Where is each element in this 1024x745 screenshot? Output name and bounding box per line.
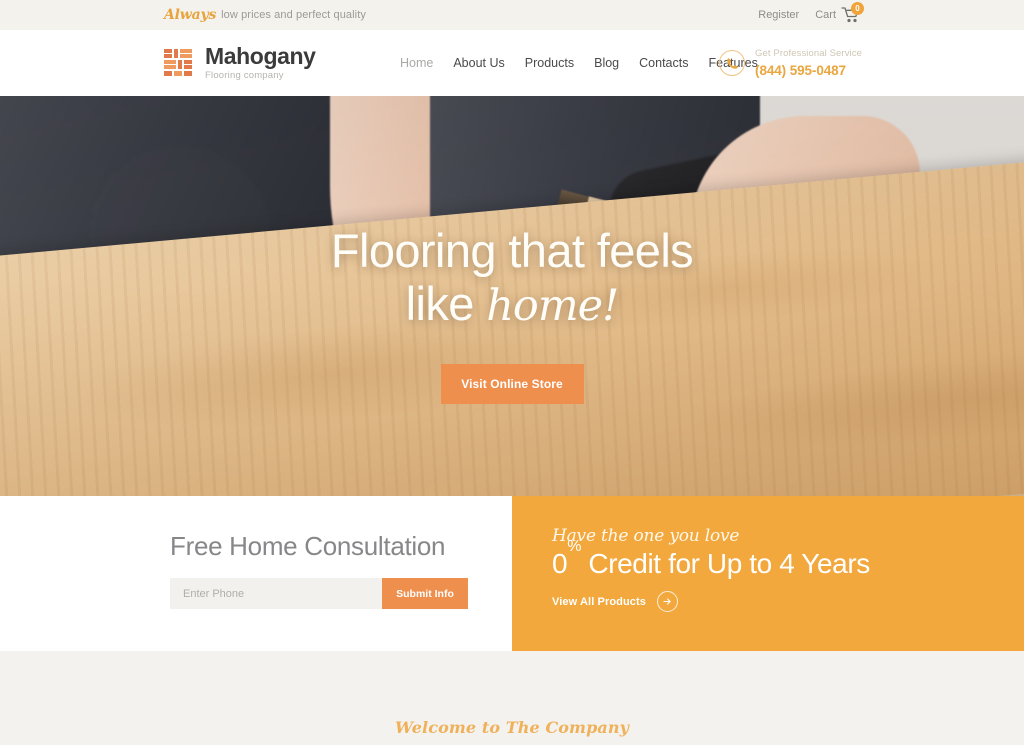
site-header: Mahogany Flooring company Home About Us … <box>0 30 1024 96</box>
hero-slider: Flooring that feels like home! Visit Onl… <box>0 96 1024 496</box>
promo-row: Free Home Consultation Submit Info Have … <box>0 496 1024 651</box>
phone-number[interactable]: (844) 595-0487 <box>755 63 862 78</box>
hero-content: Flooring that feels like home! Visit Onl… <box>0 96 1024 496</box>
submit-info-button[interactable]: Submit Info <box>382 578 468 609</box>
tagline-script-word: Always <box>164 7 217 23</box>
tagline: Always low prices and perfect quality <box>164 0 366 30</box>
logo-subtitle: Flooring company <box>205 70 284 82</box>
hero-title-line-2-script: home! <box>486 281 619 331</box>
logo[interactable]: Mahogany Flooring company <box>164 30 316 96</box>
hero-title: Flooring that feels like home! <box>330 224 694 333</box>
promo-headline-sup: % <box>567 538 582 556</box>
cart-label: Cart <box>815 9 836 21</box>
phone-label: Get Professional Service <box>755 48 862 59</box>
page-root: Always low prices and perfect quality Re… <box>0 0 1024 745</box>
visit-online-store-button[interactable]: Visit Online Store <box>440 364 584 404</box>
tagline-text: low prices and perfect quality <box>221 9 366 21</box>
consultation-title: Free Home Consultation <box>170 531 446 561</box>
register-link[interactable]: Register <box>758 9 799 21</box>
phone-text: Get Professional Service (844) 595-0487 <box>755 49 862 77</box>
phone-contact[interactable]: Get Professional Service (844) 595-0487 <box>719 30 862 96</box>
consultation-form: Submit Info <box>170 578 468 609</box>
promo-headline: 0% Credit for Up to 4 Years <box>552 538 870 580</box>
top-bar-actions: Register Cart 0 <box>758 0 864 30</box>
cart-icon: 0 <box>841 2 864 23</box>
main-navigation: Home About Us Products Blog Contacts Fea… <box>400 30 758 96</box>
parquet-logo-icon <box>164 49 192 77</box>
promo-headline-rest: Credit for Up to 4 Years <box>581 548 870 579</box>
logo-text: Mahogany Flooring company <box>205 45 316 81</box>
cart-button[interactable]: Cart 0 <box>815 2 864 23</box>
nav-item-products[interactable]: Products <box>525 56 574 70</box>
nav-item-home[interactable]: Home <box>400 56 433 70</box>
phone-icon <box>719 50 746 76</box>
cart-count-badge: 0 <box>851 2 864 15</box>
welcome-section: Welcome to The Company <box>0 651 1024 745</box>
nav-item-blog[interactable]: Blog <box>594 56 619 70</box>
nav-item-contacts[interactable]: Contacts <box>639 56 688 70</box>
logo-title: Mahogany <box>205 43 316 70</box>
consultation-panel: Free Home Consultation Submit Info <box>0 496 512 651</box>
welcome-script-heading: Welcome to The Company <box>395 718 629 737</box>
hero-title-line-1: Flooring that feels <box>330 224 694 277</box>
credit-promo-panel: Have the one you love 0% Credit for Up t… <box>512 496 1024 651</box>
view-all-products-link[interactable]: View All Products <box>552 591 679 612</box>
view-all-products-label: View All Products <box>552 595 647 608</box>
phone-input[interactable] <box>170 578 382 609</box>
arrow-right-icon <box>657 591 679 612</box>
top-bar: Always low prices and perfect quality Re… <box>0 0 1024 30</box>
promo-headline-prefix: 0 <box>552 548 568 579</box>
hero-title-line-2-plain: like <box>405 277 487 330</box>
nav-item-about-us[interactable]: About Us <box>453 56 504 70</box>
